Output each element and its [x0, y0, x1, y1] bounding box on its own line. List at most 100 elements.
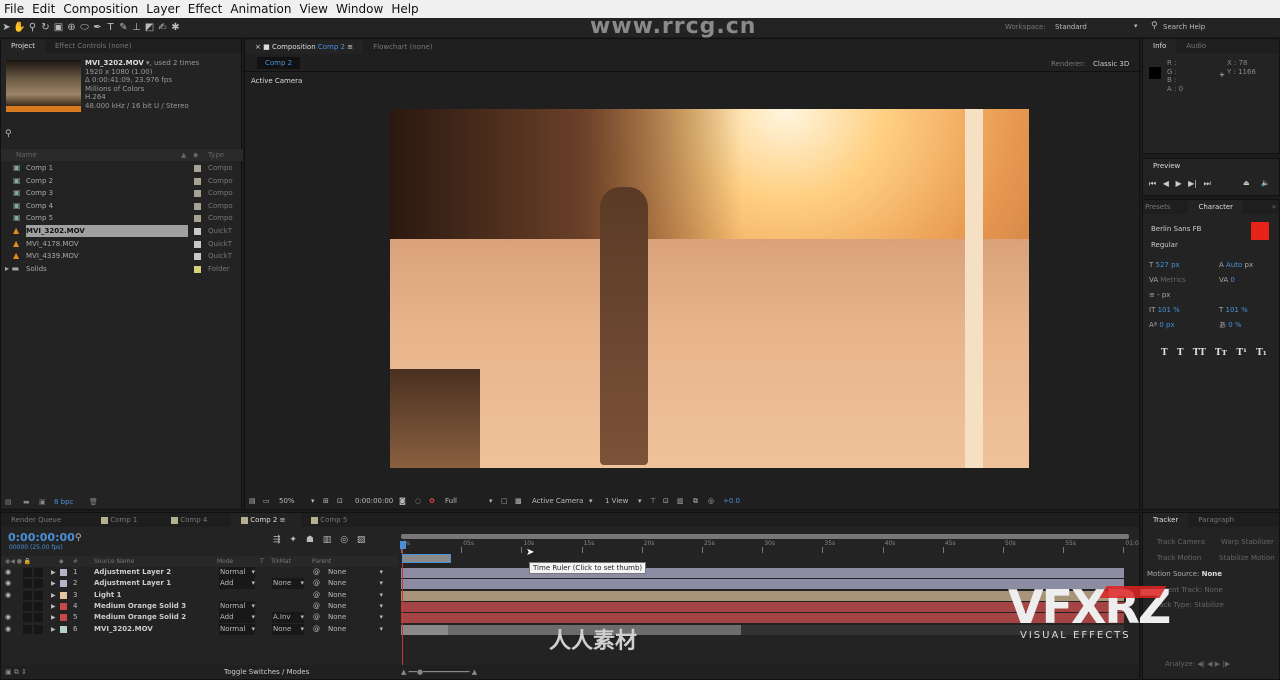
pen-tool-icon[interactable]: ✒: [91, 22, 104, 33]
layer-name[interactable]: Medium Orange Solid 2: [94, 612, 186, 623]
tab-flowchart[interactable]: Flowchart (none): [363, 40, 442, 54]
interpret-footage-icon[interactable]: ▤: [5, 495, 12, 509]
motion-source-dropdown[interactable]: None: [1202, 570, 1222, 578]
layer-name[interactable]: Light 1: [94, 590, 122, 601]
mode-dropdown[interactable]: Add ▾: [219, 578, 255, 590]
expand-arrow-icon[interactable]: ▶: [51, 624, 56, 635]
kerning-value[interactable]: Metrics: [1160, 276, 1185, 284]
fill-color-swatch[interactable]: [1251, 222, 1269, 240]
hand-tool-icon[interactable]: ✋: [13, 22, 26, 33]
grid-icon[interactable]: ⊡: [337, 494, 343, 509]
vertical-scale-value[interactable]: 101 %: [1158, 306, 1180, 314]
draft-3d-icon[interactable]: ✦: [289, 535, 297, 545]
brush-tool-icon[interactable]: ✎: [117, 22, 130, 33]
graph-editor-icon[interactable]: ▨: [357, 535, 366, 545]
transparency-grid-icon[interactable]: ▩: [515, 494, 522, 509]
stroke-width-value[interactable]: - px: [1157, 291, 1170, 299]
audio-icon[interactable]: 🔈: [1261, 179, 1270, 187]
label-color[interactable]: [194, 190, 201, 198]
tab-render-queue[interactable]: Render Queue: [1, 513, 91, 527]
shy-icon[interactable]: ☗: [306, 535, 314, 545]
play-icon[interactable]: ▶: [1175, 179, 1181, 188]
expand-arrow-icon[interactable]: ▶: [51, 601, 56, 612]
lock-switch[interactable]: [34, 590, 43, 600]
trkmat-dropdown[interactable]: None ▾: [272, 578, 304, 590]
snapshot-icon[interactable]: ◙: [399, 494, 406, 509]
parent-dropdown[interactable]: None ▾: [328, 624, 383, 635]
layer-row[interactable]: ◉ ▶ 6 MVI_3202.MOV Normal ▾ None ▾ @ None ▾: [1, 623, 398, 635]
project-item[interactable]: ▸ ▬ Solids Folder: [1, 263, 243, 275]
solo-switch[interactable]: [23, 613, 32, 623]
work-area-bar[interactable]: [401, 534, 1129, 539]
bpc-button[interactable]: 8 bpc: [54, 495, 73, 509]
pickwhip-icon[interactable]: @: [313, 601, 320, 612]
current-time[interactable]: 0:00:00:00: [355, 494, 393, 509]
font-style-dropdown[interactable]: Regular: [1151, 241, 1178, 249]
workspace-dropdown[interactable]: Standard: [1055, 23, 1140, 31]
eye-icon[interactable]: ◉: [5, 624, 11, 635]
lock-switch[interactable]: [34, 579, 43, 589]
tab-comp-2[interactable]: Comp 2 ≡: [231, 513, 301, 527]
tab-info[interactable]: Info: [1143, 39, 1177, 53]
expand-arrow-icon[interactable]: ▶: [51, 590, 56, 601]
stabilize-motion-button[interactable]: Stabilize Motion: [1219, 554, 1275, 562]
prev-frame-icon[interactable]: ◀: [1163, 179, 1169, 188]
solo-switch[interactable]: [23, 568, 32, 577]
expand-arrow-icon[interactable]: ▶: [51, 567, 56, 578]
expand-arrow-icon[interactable]: ▶: [51, 578, 56, 589]
label-color[interactable]: [194, 215, 201, 223]
channel-icon[interactable]: ✿: [429, 494, 435, 509]
expand-layer-switches-icon[interactable]: ▣ ⧉ ⇕: [5, 665, 27, 679]
close-icon[interactable]: ×: [255, 43, 263, 51]
faux-style-button[interactable]: T₁: [1256, 348, 1267, 358]
menu-window[interactable]: Window: [336, 2, 383, 16]
col-name[interactable]: Name: [16, 149, 37, 161]
font-family-dropdown[interactable]: Berlin Sans FB: [1151, 225, 1201, 233]
renderer-value[interactable]: Classic 3D: [1093, 60, 1129, 68]
pan-behind-tool-icon[interactable]: ⊕: [65, 22, 78, 33]
eye-icon[interactable]: ◉: [5, 578, 11, 589]
lock-switch[interactable]: [34, 624, 43, 634]
faux-style-button[interactable]: Tт: [1215, 348, 1227, 358]
faux-style-button[interactable]: TT: [1193, 348, 1206, 358]
playhead[interactable]: [400, 541, 406, 549]
col-source-name[interactable]: Source Name: [94, 556, 134, 567]
flowchart-icon[interactable]: ⧉: [693, 494, 698, 509]
lock-icon[interactable]: ■: [263, 43, 272, 51]
zoom-slider[interactable]: ▲ ━━●━━━━━━━━━━━ ▲: [401, 665, 477, 679]
warp-stabilizer-button[interactable]: Warp Stabilizer: [1221, 538, 1274, 546]
parent-dropdown[interactable]: None ▾: [328, 612, 383, 623]
eye-icon[interactable]: ◉: [5, 567, 11, 578]
chevron-down-icon[interactable]: ▾: [311, 494, 315, 509]
chevron-down-icon[interactable]: ▾: [489, 494, 493, 509]
solo-switch[interactable]: [23, 579, 32, 589]
project-item[interactable]: ▲ MVI_4178.MOV QuickT: [1, 238, 243, 250]
eye-icon[interactable]: ◉: [5, 612, 11, 623]
solo-switch[interactable]: [23, 590, 32, 600]
first-frame-icon[interactable]: ⏮: [1149, 179, 1156, 188]
camera-view-dropdown[interactable]: Active Camera: [532, 494, 583, 509]
menu-composition[interactable]: Composition: [63, 2, 138, 16]
tracking-value[interactable]: 0: [1230, 276, 1234, 284]
next-frame-icon[interactable]: ▶|: [1188, 179, 1197, 188]
chevron-down-icon[interactable]: ▾: [589, 494, 593, 509]
expand-icon[interactable]: »: [1272, 203, 1276, 211]
rotate-tool-icon[interactable]: ↻: [39, 22, 52, 33]
view-layout-dropdown[interactable]: 1 View: [605, 494, 628, 509]
parent-dropdown[interactable]: None ▾: [328, 578, 383, 589]
layer-duration-bar[interactable]: [401, 568, 1124, 578]
project-item[interactable]: ▣ Comp 5 Compo: [1, 212, 243, 224]
col-type[interactable]: Type: [208, 149, 224, 161]
font-size-value[interactable]: 527 px: [1156, 261, 1180, 269]
lock-switch[interactable]: [34, 568, 43, 577]
menu-edit[interactable]: Edit: [32, 2, 55, 16]
sort-icon[interactable]: ▲: [181, 149, 186, 161]
expand-arrow-icon[interactable]: ▶: [51, 612, 56, 623]
label-color[interactable]: [194, 165, 201, 172]
preview-range-thumb[interactable]: [402, 554, 451, 563]
label-color[interactable]: [194, 240, 201, 248]
tab-comp-1[interactable]: Comp 1: [91, 513, 161, 527]
reset-exposure-icon[interactable]: ◎: [708, 494, 714, 509]
mode-dropdown[interactable]: Normal ▾: [219, 567, 255, 578]
camera-tool-icon[interactable]: ▣: [52, 22, 65, 33]
